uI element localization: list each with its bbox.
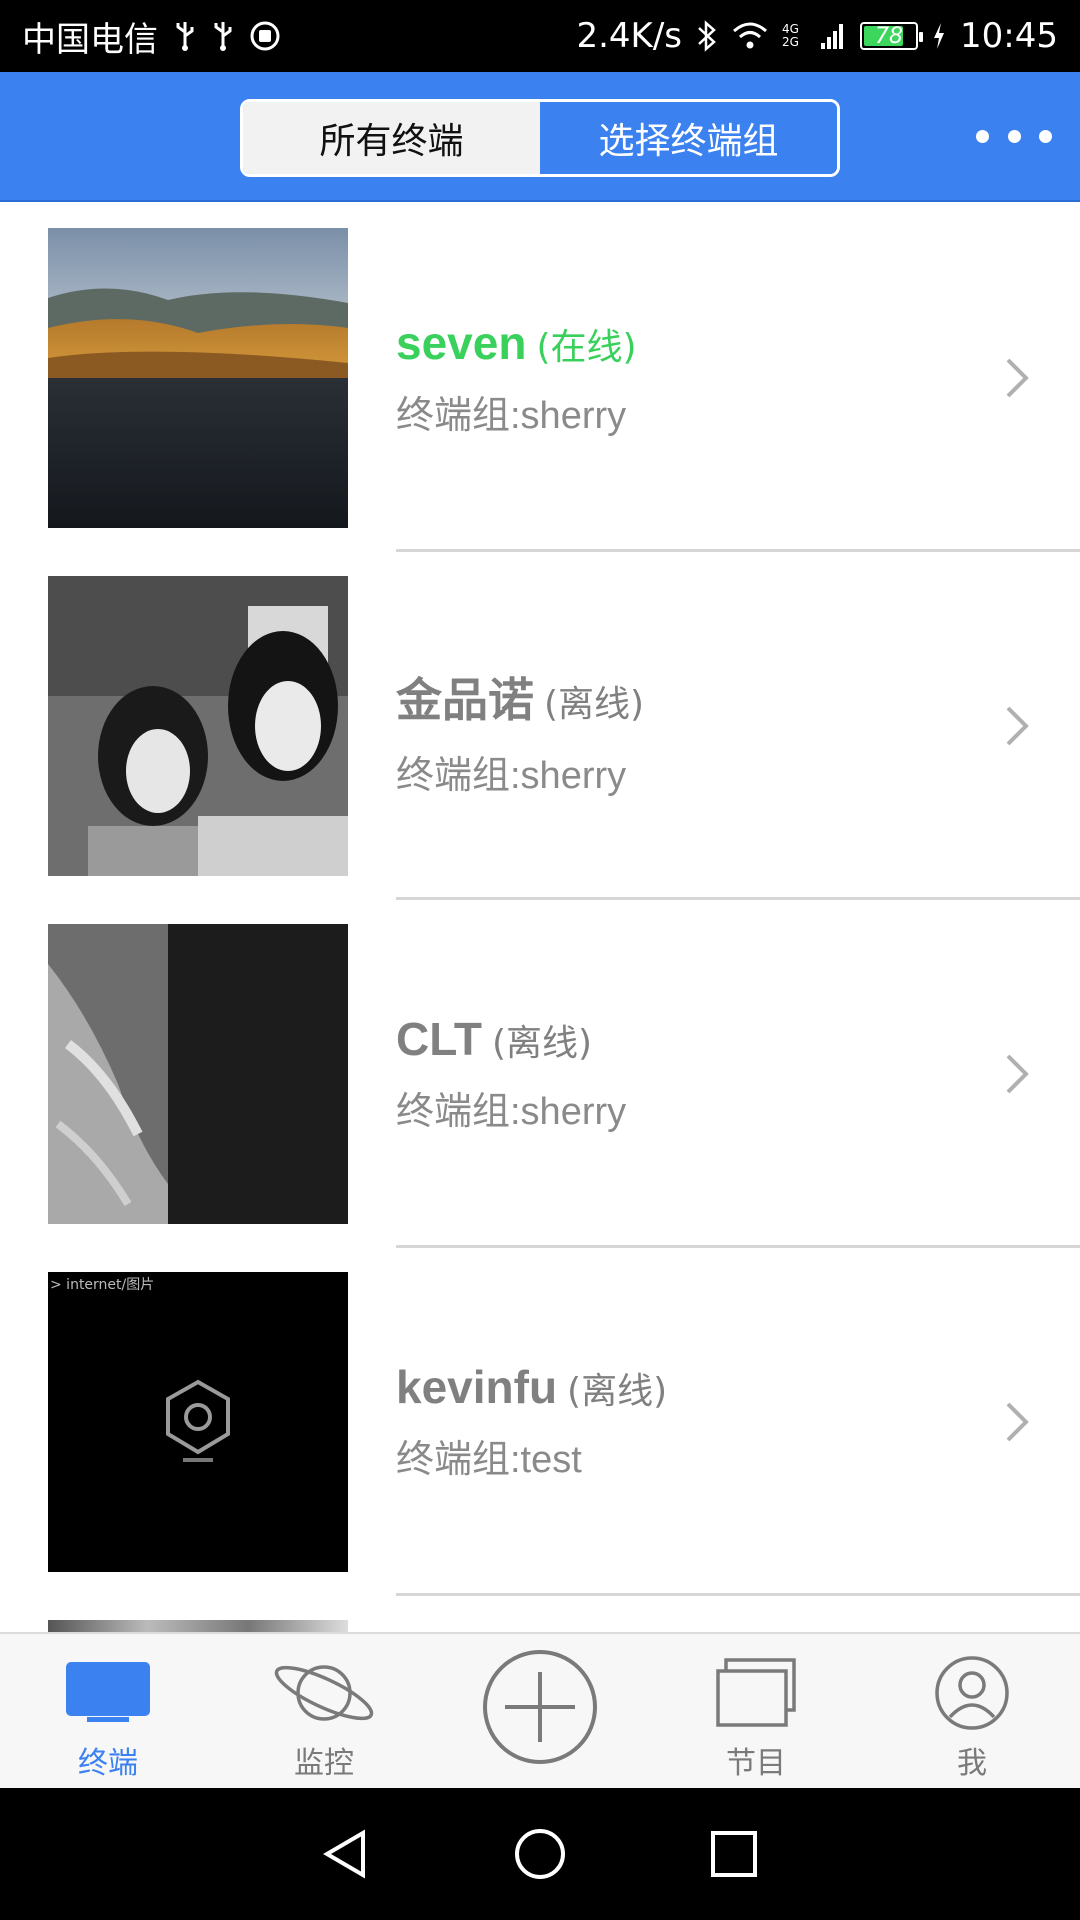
tab-select-terminal-group[interactable]: 选择终端组 — [540, 102, 837, 174]
network-type: 4G 2G — [782, 22, 799, 49]
nav-monitor[interactable]: 监控 — [216, 1634, 432, 1788]
charging-icon — [932, 22, 946, 50]
terminal-info: seven (在线) 终端组:sherry — [396, 316, 637, 439]
monitor-icon — [65, 1654, 151, 1732]
plus-circle-icon — [481, 1648, 599, 1770]
chevron-right-icon — [1006, 358, 1029, 398]
nav-add[interactable] — [432, 1634, 648, 1788]
bottom-nav: 终端 监控 节目 我 — [0, 1632, 1080, 1788]
terminal-group: 终端组:sherry — [396, 395, 627, 437]
usb-icon — [212, 20, 234, 52]
stacked-screens-icon — [714, 1654, 798, 1732]
list-item[interactable]: > internet/图片 kevinfu (离线) 终端组:test — [0, 1248, 1080, 1596]
nav-terminals[interactable]: 终端 — [0, 1634, 216, 1788]
status-bar: 中国电信 2.4K/s 4G 2G 78 10:45 — [0, 0, 1080, 72]
nav-programs[interactable]: 节目 — [648, 1634, 864, 1788]
nav-label: 节目 — [726, 1746, 786, 1781]
thumbnail-caption: > internet/图片 — [50, 1277, 155, 1293]
terminal-thumbnail: > internet/图片 — [48, 1272, 348, 1572]
user-icon — [934, 1654, 1010, 1732]
terminal-name: CLT — [396, 1013, 483, 1065]
nav-label: 监控 — [294, 1746, 354, 1781]
bluetooth-icon — [696, 19, 718, 53]
terminal-info: CLT (离线) 终端组:sherry — [396, 1012, 626, 1135]
planet-icon — [269, 1654, 379, 1732]
terminal-group: 终端组:test — [396, 1439, 582, 1481]
terminal-name: seven — [396, 317, 527, 369]
list-item[interactable] — [0, 1596, 1080, 1632]
chevron-right-icon — [1006, 1402, 1029, 1442]
clock: 10:45 — [960, 16, 1058, 56]
app-header: 所有终端 选择终端组 — [0, 72, 1080, 202]
terminal-thumbnail — [48, 924, 348, 1224]
nav-label: 我 — [957, 1746, 987, 1781]
app-icon — [250, 21, 280, 51]
terminal-list: seven (在线) 终端组:sherry 金品诺 (离线) 终端组:sherr… — [0, 204, 1080, 1632]
list-item[interactable]: 金品诺 (离线) 终端组:sherry — [0, 552, 1080, 900]
signal-icon: 4G 2G — [782, 23, 806, 49]
segmented-control: 所有终端 选择终端组 — [240, 99, 840, 177]
terminal-group: 终端组:sherry — [396, 1091, 627, 1133]
terminal-name: 金品诺 — [396, 674, 534, 726]
recents-icon[interactable] — [707, 1827, 761, 1881]
terminal-thumbnail — [48, 576, 348, 876]
system-nav-bar — [0, 1788, 1080, 1920]
chevron-right-icon — [1006, 1054, 1029, 1094]
home-icon[interactable] — [513, 1827, 567, 1881]
terminal-thumbnail — [48, 1620, 348, 1632]
battery-icon: 78 — [860, 22, 924, 50]
usb-icon — [174, 20, 196, 52]
tab-all-terminals[interactable]: 所有终端 — [243, 102, 540, 174]
terminal-name: kevinfu — [396, 1361, 558, 1413]
terminal-status: (离线) — [567, 1371, 668, 1412]
terminal-group: 终端组:sherry — [396, 755, 627, 797]
terminal-status: (离线) — [544, 684, 645, 725]
wifi-icon — [732, 21, 768, 51]
nav-me[interactable]: 我 — [864, 1634, 1080, 1788]
list-item[interactable]: CLT (离线) 终端组:sherry — [0, 900, 1080, 1248]
terminal-info: kevinfu (离线) 终端组:test — [396, 1360, 667, 1483]
terminal-thumbnail — [48, 228, 348, 528]
back-icon[interactable] — [319, 1827, 373, 1881]
network-speed: 2.4K/s — [576, 16, 683, 56]
nav-label: 终端 — [78, 1746, 138, 1781]
terminal-info: 金品诺 (离线) 终端组:sherry — [396, 664, 644, 799]
list-item[interactable]: seven (在线) 终端组:sherry — [0, 204, 1080, 552]
terminal-status: (在线) — [536, 327, 637, 368]
terminal-status: (离线) — [492, 1023, 593, 1064]
more-dots-icon[interactable] — [976, 116, 1052, 156]
signal-bars-icon — [820, 21, 846, 51]
battery-percent: 78 — [875, 23, 904, 49]
chevron-right-icon — [1006, 706, 1029, 746]
carrier-label: 中国电信 — [22, 19, 158, 60]
